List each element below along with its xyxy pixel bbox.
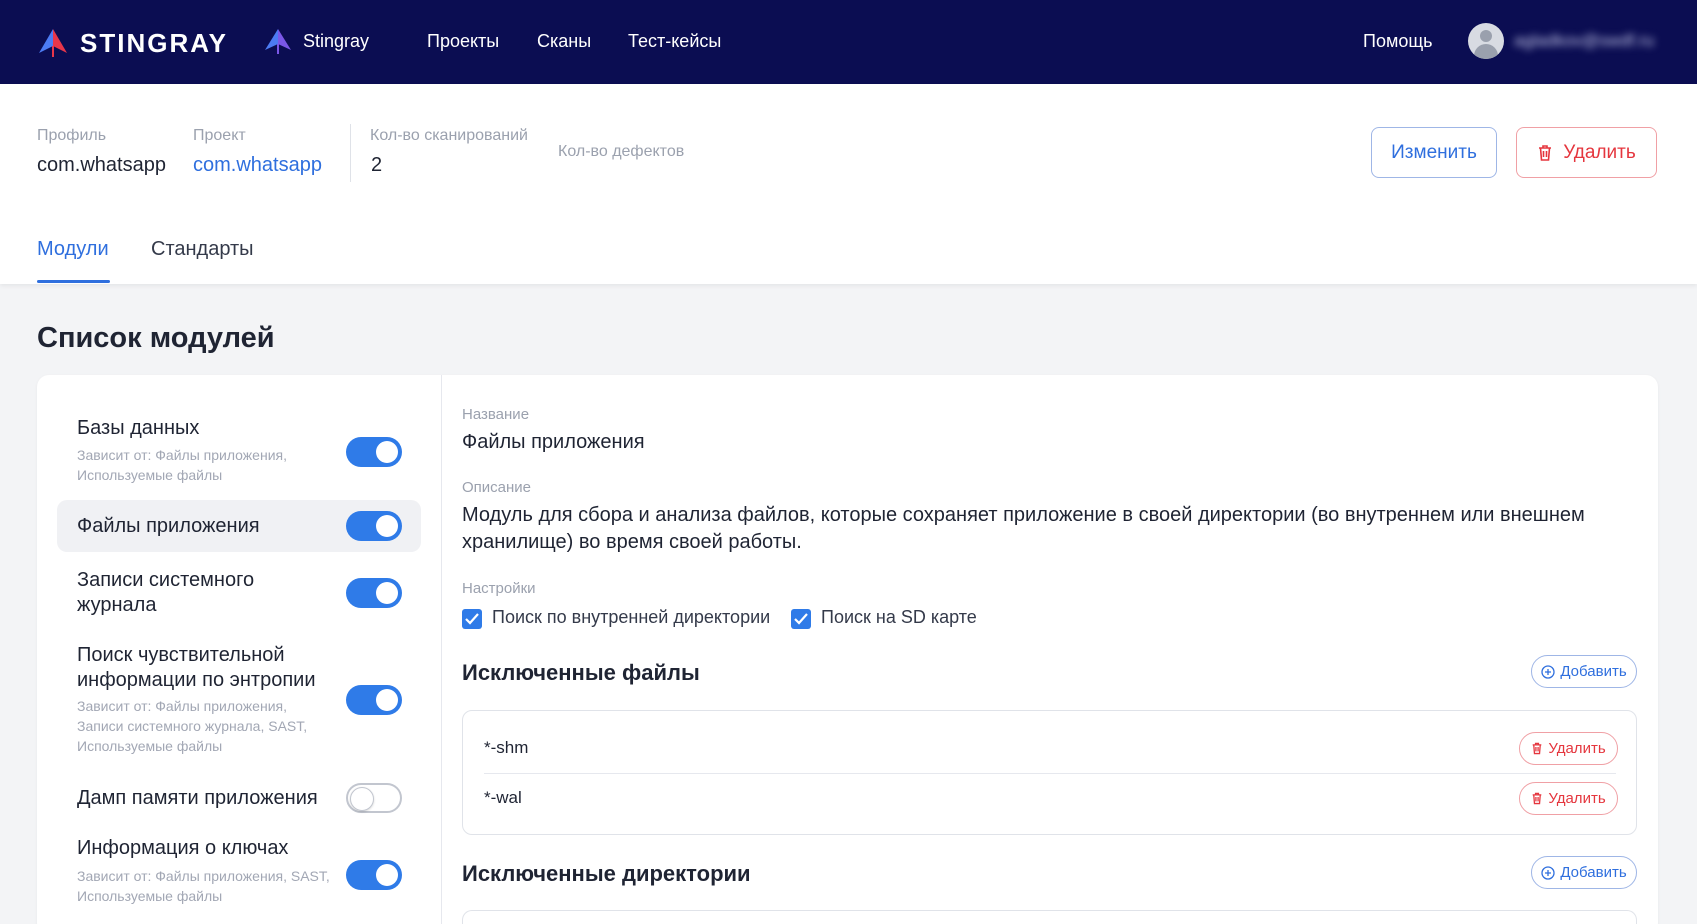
module-name: Файлы приложения	[77, 515, 260, 537]
brand-name: STINGRAY	[80, 27, 228, 58]
module-name: Базы данных	[77, 417, 200, 439]
trash-icon	[1533, 792, 1542, 805]
check-icon	[794, 613, 808, 625]
scans-count-value: 2	[371, 154, 383, 176]
top-navbar: STINGRAY Stingray Проекты Сканы Тест-кей…	[0, 0, 1697, 84]
sd-card-checkbox[interactable]	[791, 609, 811, 629]
card-divider	[441, 375, 442, 924]
module-item-system-log[interactable]: Записи системного журнала	[57, 562, 421, 624]
defects-count-label: Кол-во дефектов	[558, 143, 685, 160]
module-toggle[interactable]	[346, 860, 402, 890]
trash-icon	[1539, 144, 1552, 161]
module-item-memory-dump[interactable]: Дамп памяти приложения	[57, 772, 421, 824]
excluded-files-title: Исключенные файлы	[462, 660, 700, 685]
module-dependencies: Зависит от: Файлы приложения, SAST, Испо…	[77, 868, 330, 904]
add-excluded-dir-button[interactable]: Добавить	[1531, 856, 1637, 889]
module-name: Поиск чувствительной информации по энтро…	[77, 644, 316, 691]
profile-label: Профиль	[37, 127, 107, 144]
organization-icon	[265, 29, 291, 54]
edit-button[interactable]: Изменить	[1371, 127, 1497, 178]
tab-modules[interactable]: Модули	[37, 238, 109, 261]
module-name: Информация о ключах	[77, 837, 289, 859]
module-toggle[interactable]	[346, 437, 402, 467]
user-avatar[interactable]	[1468, 23, 1504, 59]
brand-logo[interactable]: STINGRAY	[36, 27, 228, 59]
delete-excluded-file-button[interactable]: Удалить	[1519, 732, 1618, 765]
nav-help[interactable]: Помощь	[1363, 31, 1433, 52]
internal-dir-label[interactable]: Поиск по внутренней директории	[492, 607, 770, 628]
excluded-dirs-list	[462, 910, 1637, 924]
organization-name: Stingray	[303, 30, 370, 51]
list-item: *-shm Удалить	[463, 724, 1636, 774]
page-title: Список модулей	[37, 322, 275, 354]
nav-scans[interactable]: Сканы	[537, 31, 591, 52]
delete-project-button[interactable]: Удалить	[1516, 127, 1657, 178]
module-item-databases[interactable]: Базы данных Зависит от: Файлы приложения…	[57, 405, 421, 489]
module-toggle[interactable]	[346, 511, 402, 541]
nav-projects[interactable]: Проекты	[427, 31, 499, 52]
user-email[interactable]: agladkov@swdf.ru	[1514, 31, 1654, 51]
sd-card-label[interactable]: Поиск на SD карте	[821, 607, 977, 628]
module-toggle[interactable]	[346, 685, 402, 715]
trash-icon	[1533, 742, 1542, 755]
module-description-value: Модуль для сбора и анализа файлов, котор…	[462, 504, 1585, 553]
nav-test-cases[interactable]: Тест-кейсы	[628, 31, 721, 52]
project-header	[0, 84, 1697, 284]
project-link[interactable]: com.whatsapp	[193, 154, 322, 177]
plus-circle-icon	[1541, 664, 1555, 679]
plus-circle-icon	[1541, 865, 1555, 880]
delete-label: Удалить	[1548, 740, 1606, 757]
project-label: Проект	[193, 127, 246, 144]
excluded-file-value: *-shm	[484, 738, 529, 757]
tab-standards[interactable]: Стандарты	[151, 238, 254, 261]
add-excluded-file-button[interactable]: Добавить	[1531, 655, 1637, 688]
module-name: Дамп памяти приложения	[77, 787, 318, 809]
settings-label: Настройки	[462, 580, 536, 597]
excluded-files-list: *-shm Удалить *-wal Удалить	[462, 710, 1637, 835]
module-dependencies: Зависит от: Файлы приложения, Используем…	[77, 447, 287, 483]
active-tab-indicator	[37, 280, 110, 283]
module-item-entropy-search[interactable]: Поиск чувствительной информации по энтро…	[57, 636, 421, 756]
excluded-dirs-title: Исключенные директории	[462, 861, 751, 886]
module-dependencies: Зависит от: Файлы приложения, Записи сис…	[77, 698, 308, 754]
organization-selector[interactable]: Stingray	[263, 27, 369, 55]
stingray-logo-icon	[39, 29, 67, 57]
module-name-label: Название	[462, 406, 530, 423]
module-toggle[interactable]	[346, 578, 402, 608]
excluded-file-value: *-wal	[484, 788, 522, 807]
module-name: Записи системного журнала	[77, 569, 255, 616]
delete-project-label: Удалить	[1563, 141, 1636, 163]
add-label: Добавить	[1560, 663, 1627, 680]
module-toggle[interactable]	[346, 783, 402, 813]
module-item-app-files[interactable]: Файлы приложения	[57, 500, 421, 552]
add-label: Добавить	[1560, 864, 1627, 881]
delete-label: Удалить	[1548, 790, 1606, 807]
module-description-label: Описание	[462, 479, 532, 496]
check-icon	[465, 613, 479, 625]
header-divider	[350, 124, 351, 182]
module-name-value: Файлы приложения	[462, 431, 645, 453]
delete-excluded-file-button[interactable]: Удалить	[1519, 782, 1618, 815]
scans-count-label: Кол-во сканирований	[370, 127, 528, 144]
profile-value: com.whatsapp	[37, 154, 166, 176]
list-item: *-wal Удалить	[463, 774, 1636, 824]
internal-dir-checkbox[interactable]	[462, 609, 482, 629]
module-item-key-info[interactable]: Информация о ключах Зависит от: Файлы пр…	[57, 826, 421, 924]
